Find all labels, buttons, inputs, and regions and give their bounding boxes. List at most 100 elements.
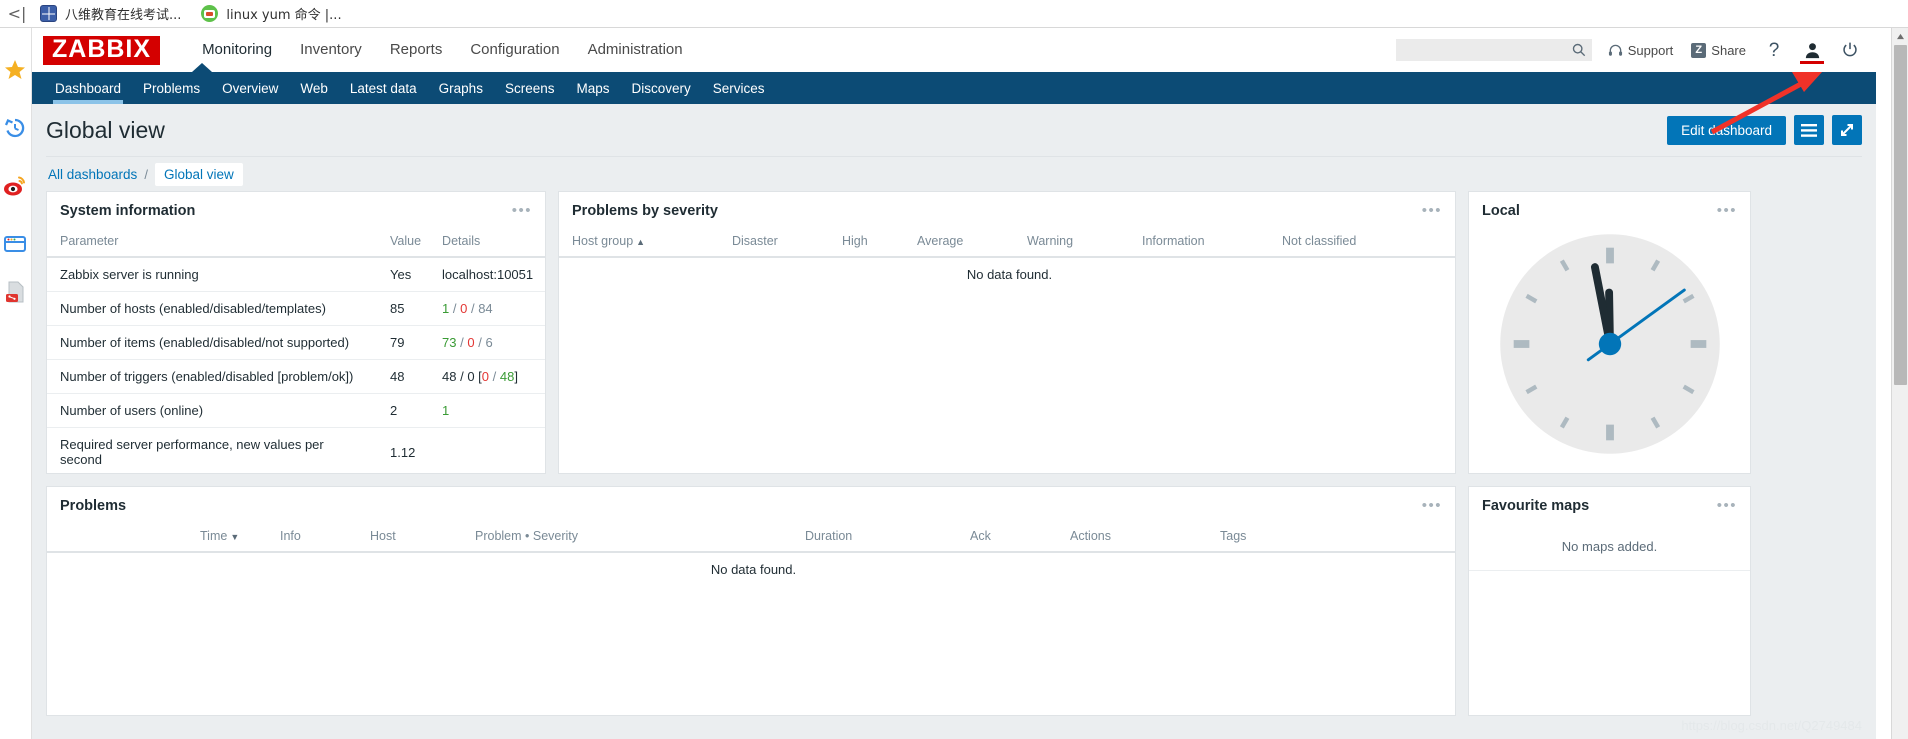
column-host-group[interactable]: Host group ▲ bbox=[559, 228, 719, 258]
breadcrumb-all-dashboards[interactable]: All dashboards bbox=[48, 167, 137, 182]
page-actions: Edit dashboard bbox=[1667, 115, 1862, 145]
widget-title: Problems bbox=[60, 498, 127, 514]
main-navigation: Monitoring Inventory Reports Configurati… bbox=[188, 28, 697, 72]
zabbix-share-icon: Z bbox=[1691, 42, 1707, 58]
help-button[interactable]: ? bbox=[1764, 36, 1784, 64]
column-value: Value bbox=[377, 228, 430, 258]
page-title: Global view bbox=[46, 116, 165, 143]
share-link[interactable]: Z Share bbox=[1691, 42, 1746, 58]
fullscreen-button[interactable] bbox=[1832, 115, 1862, 145]
dashboard-row-bottom: Problems ••• Time ▼ Info Host Problem • S… bbox=[44, 486, 1864, 716]
support-link[interactable]: Support bbox=[1608, 43, 1673, 58]
widget-menu-icon[interactable]: ••• bbox=[1422, 203, 1442, 218]
cell-parameter: Required server performance, new values … bbox=[60, 437, 324, 467]
column-warning[interactable]: Warning bbox=[1014, 228, 1129, 258]
subnav-item-web[interactable]: Web bbox=[289, 81, 339, 104]
favorites-star-icon[interactable] bbox=[3, 58, 27, 82]
column-duration[interactable]: Duration bbox=[792, 523, 957, 553]
logout-button[interactable] bbox=[1840, 36, 1860, 64]
column-high[interactable]: High bbox=[829, 228, 904, 258]
breadcrumb-current[interactable]: Global view bbox=[154, 162, 243, 186]
widget-header: Problems by severity ••• bbox=[559, 192, 1455, 228]
subnav-item-graphs[interactable]: Graphs bbox=[428, 81, 494, 104]
nav-item-inventory[interactable]: Inventory bbox=[286, 28, 376, 72]
page-body: Global view Edit dashboard All dashboard… bbox=[32, 104, 1876, 739]
vertical-scrollbar[interactable] bbox=[1891, 28, 1908, 739]
column-tags[interactable]: Tags bbox=[1207, 523, 1455, 553]
window-icon[interactable] bbox=[3, 232, 27, 256]
subnav-item-screens[interactable]: Screens bbox=[494, 81, 566, 104]
table-row: Zabbix server is running Yes localhost:100… bbox=[47, 257, 545, 292]
column-average[interactable]: Average bbox=[904, 228, 1014, 258]
cell-details: 1 / 0 / 84 bbox=[429, 291, 545, 326]
column-problem-severity[interactable]: Problem • Severity bbox=[462, 523, 792, 553]
column-label: Time bbox=[200, 529, 228, 543]
cell-value: 85 bbox=[377, 291, 430, 326]
pdf-share-icon[interactable] bbox=[3, 280, 27, 304]
system-information-table: Parameter Value Details Zabbix server is… bbox=[47, 228, 545, 476]
nav-item-administration[interactable]: Administration bbox=[574, 28, 697, 72]
widget-title: Problems by severity bbox=[572, 203, 718, 219]
headset-icon bbox=[1608, 44, 1622, 56]
column-host[interactable]: Host bbox=[357, 523, 462, 553]
browser-tab-title: linux yum 命令 |... bbox=[226, 8, 342, 23]
column-actions[interactable]: Actions bbox=[1057, 523, 1207, 553]
watermark: https://blog.csdn.net/Q2749484 bbox=[1681, 718, 1862, 733]
nav-item-reports[interactable]: Reports bbox=[376, 28, 457, 72]
browser-back-icon[interactable]: <| bbox=[4, 4, 30, 23]
widget-menu-icon[interactable]: ••• bbox=[1422, 498, 1442, 513]
column-info[interactable]: Info bbox=[267, 523, 357, 553]
dashboard-row-top: System information ••• Parameter Value D… bbox=[44, 191, 1864, 474]
widget-menu-icon[interactable]: ••• bbox=[512, 203, 532, 218]
widget-local-clock: Local ••• bbox=[1468, 191, 1751, 474]
weibo-icon[interactable] bbox=[3, 174, 27, 198]
cell-details: localhost:10051 bbox=[429, 257, 545, 292]
browser-tab[interactable]: 八维教育在线考试... bbox=[30, 0, 191, 28]
column-not-classified[interactable]: Not classified bbox=[1269, 228, 1455, 258]
zabbix-logo[interactable]: ZABBIX bbox=[43, 35, 161, 65]
table-header-row: Parameter Value Details bbox=[47, 228, 545, 258]
nav-item-configuration[interactable]: Configuration bbox=[456, 28, 573, 72]
subnav-item-maps[interactable]: Maps bbox=[565, 81, 620, 104]
widget-title: System information bbox=[60, 203, 196, 219]
search-input[interactable] bbox=[1402, 43, 1568, 57]
subnav-item-problems[interactable]: Problems bbox=[132, 81, 211, 104]
browser-tab[interactable]: linux yum 命令 |... bbox=[191, 0, 351, 28]
scrollbar-thumb[interactable] bbox=[1894, 45, 1907, 385]
subnav-item-services[interactable]: Services bbox=[702, 81, 776, 104]
subnav-item-latest-data[interactable]: Latest data bbox=[339, 81, 428, 104]
globe-icon bbox=[40, 5, 57, 22]
column-details: Details bbox=[429, 228, 545, 258]
dashboard-menu-button[interactable] bbox=[1794, 115, 1824, 145]
subnav-item-discovery[interactable]: Discovery bbox=[621, 81, 702, 104]
column-time[interactable]: Time ▼ bbox=[187, 523, 267, 553]
subnav-item-overview[interactable]: Overview bbox=[211, 81, 289, 104]
expand-arrows-icon bbox=[1841, 124, 1853, 136]
widget-menu-icon[interactable]: ••• bbox=[1717, 203, 1737, 218]
table-row: Number of hosts (enabled/disabled/templa… bbox=[47, 291, 545, 326]
subnav-item-dashboard[interactable]: Dashboard bbox=[44, 81, 132, 104]
user-profile-button[interactable] bbox=[1800, 36, 1824, 64]
column-information[interactable]: Information bbox=[1129, 228, 1269, 258]
browser-tab-title: 八维教育在线考试... bbox=[65, 8, 182, 23]
widget-header: Local ••• bbox=[1469, 192, 1750, 228]
global-search[interactable] bbox=[1395, 39, 1592, 62]
user-icon bbox=[1805, 42, 1819, 58]
breadcrumb-separator: / bbox=[144, 166, 148, 182]
table-header-row: Host group ▲ Disaster High Average Warnin… bbox=[559, 228, 1455, 258]
history-clock-icon[interactable] bbox=[3, 116, 27, 140]
table-row: Required server performance, new values … bbox=[47, 428, 545, 477]
table-row: Number of triggers (enabled/disabled [pr… bbox=[47, 359, 545, 394]
user-active-indicator bbox=[1800, 61, 1824, 64]
widget-favourite-maps: Favourite maps ••• No maps added. bbox=[1468, 486, 1751, 716]
desktop-sidebar bbox=[0, 28, 30, 739]
column-ack[interactable]: Ack bbox=[957, 523, 1057, 553]
column-disaster[interactable]: Disaster bbox=[719, 228, 829, 258]
page-header: Global view Edit dashboard bbox=[44, 104, 1864, 156]
widget-menu-icon[interactable]: ••• bbox=[1717, 498, 1737, 513]
problems-table: Time ▼ Info Host Problem • Severity Durat… bbox=[47, 523, 1455, 586]
edit-dashboard-button[interactable]: Edit dashboard bbox=[1667, 115, 1786, 145]
search-icon[interactable] bbox=[1572, 43, 1586, 62]
widget-header: Favourite maps ••• bbox=[1469, 487, 1750, 523]
scroll-up-icon[interactable] bbox=[1892, 28, 1908, 44]
